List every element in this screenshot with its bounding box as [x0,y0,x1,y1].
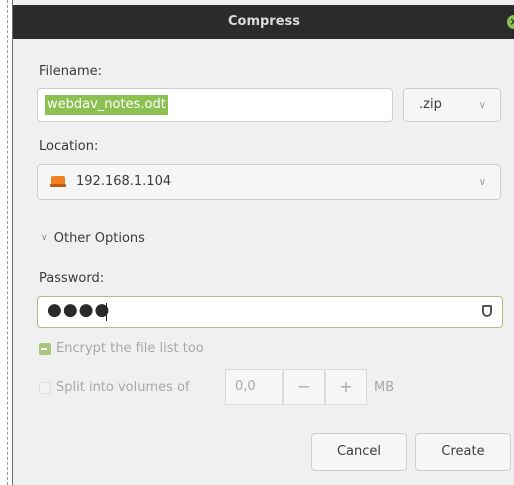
left-edge-border [0,0,8,485]
extension-value: .zip [419,97,442,112]
location-value: 192.168.1.104 [76,174,172,189]
split-unit-label: MB [374,380,395,395]
password-value: ●●●● [47,300,111,320]
encrypt-checkbox[interactable] [39,343,51,355]
password-input[interactable]: ●●●● [37,296,503,328]
close-icon[interactable]: × [507,15,514,29]
compress-dialog: Compress × Filename: webdav_notes.odt .z… [12,0,514,485]
text-caret [106,303,107,321]
location-select[interactable]: 192.168.1.104 ∨ [37,164,501,200]
chevron-down-icon: ∨ [478,177,486,188]
create-button[interactable]: Create [415,433,511,471]
password-label: Password: [39,271,105,286]
encrypt-label: Encrypt the file list too [56,341,204,356]
other-options-expander[interactable]: ∨ Other Options [41,231,145,246]
network-drive-icon [50,176,66,187]
other-options-label: Other Options [53,231,145,246]
titlebar: Compress × [13,5,514,39]
chevron-down-icon: ∨ [41,233,48,243]
split-size-input[interactable]: 0,0 [225,369,283,405]
checkbox-mark-icon [41,348,47,350]
shield-icon[interactable] [482,305,492,317]
chevron-down-icon: ∨ [478,100,486,111]
split-decrease-button[interactable]: − [283,369,325,405]
cancel-button[interactable]: Cancel [311,433,407,471]
split-label: Split into volumes of [56,380,190,395]
window-title: Compress [227,14,301,29]
split-increase-button[interactable]: + [325,369,367,405]
filename-value: webdav_notes.odt [45,95,168,115]
extension-select[interactable]: .zip ∨ [403,88,501,122]
filename-input[interactable]: webdav_notes.odt [37,88,393,122]
split-checkbox[interactable] [39,382,51,394]
filename-label: Filename: [39,64,103,79]
location-label: Location: [39,139,99,154]
